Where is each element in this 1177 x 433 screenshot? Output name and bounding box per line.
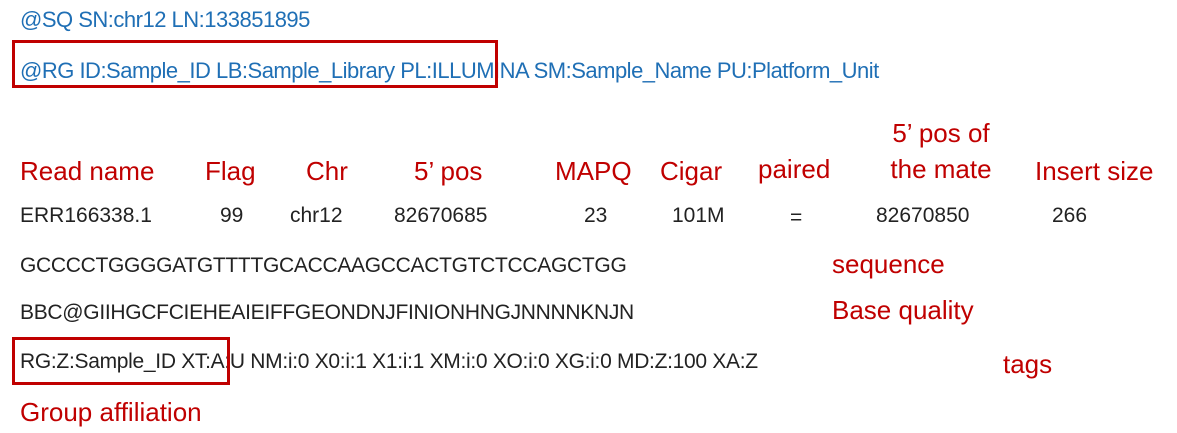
value-chr: chr12 bbox=[290, 204, 343, 227]
value-pos: 82670685 bbox=[394, 204, 488, 227]
value-mapq: 23 bbox=[584, 204, 608, 227]
sq-header-line: @SQ SN:chr12 LN:133851895 bbox=[20, 7, 310, 32]
label-read-name: Read name bbox=[20, 156, 155, 186]
label-paired: paired bbox=[758, 154, 831, 184]
label-sequence: sequence bbox=[832, 249, 945, 279]
rg-tag-highlight-box bbox=[12, 337, 230, 385]
label-mate-pos-line1: 5’ pos of bbox=[892, 118, 990, 148]
value-flag: 99 bbox=[220, 204, 244, 227]
label-mate-pos-line2: the mate bbox=[890, 154, 992, 184]
label-flag: Flag bbox=[205, 156, 256, 186]
value-cigar: 101M bbox=[672, 204, 725, 227]
value-insert-size: 266 bbox=[1052, 204, 1088, 227]
label-tags: tags bbox=[1003, 349, 1053, 379]
rg-id-highlight-box bbox=[12, 40, 498, 88]
label-chr: Chr bbox=[306, 156, 348, 186]
value-read-name: ERR166338.1 bbox=[20, 204, 152, 227]
label-pos: 5’ pos bbox=[414, 156, 483, 186]
quality-string: BBC@GIIHGCFCIEHEAIEIFFGEONDNJFINIONHNGJN… bbox=[20, 301, 634, 324]
label-mapq: MAPQ bbox=[555, 156, 632, 186]
sequence-string: GCCCCTGGGGATGTTTTGCACCAAGCCACTGTCTCCAGCT… bbox=[20, 254, 627, 277]
value-mate-pos: 82670850 bbox=[876, 204, 970, 227]
value-paired: = bbox=[790, 206, 803, 229]
label-base-quality: Base quality bbox=[832, 295, 974, 325]
label-group-affiliation: Group affiliation bbox=[20, 397, 202, 427]
label-insert-size: Insert size bbox=[1035, 156, 1154, 186]
label-cigar: Cigar bbox=[660, 156, 723, 186]
